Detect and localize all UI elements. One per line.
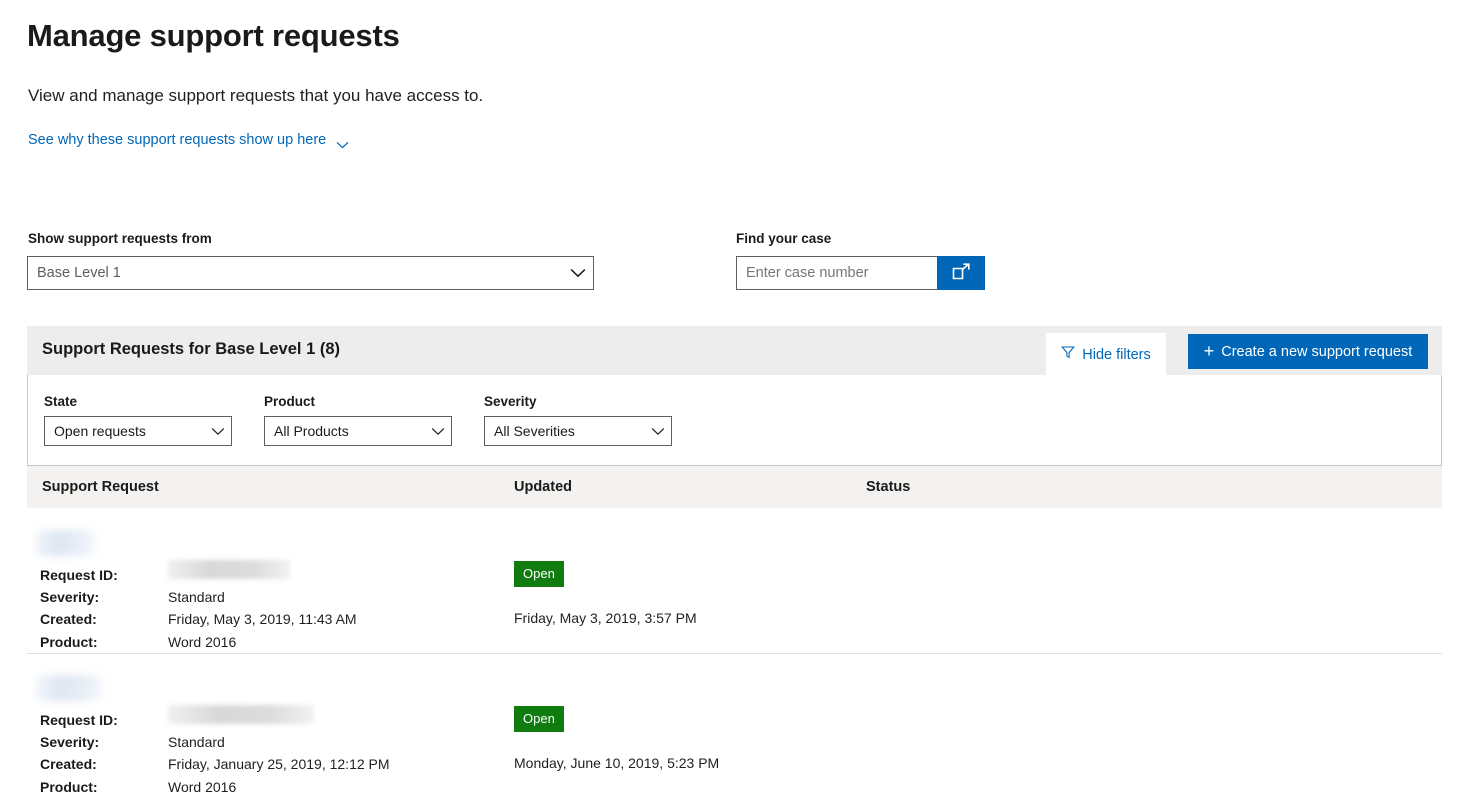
status-badge: Open <box>514 561 564 587</box>
table-header-row: Support Request Updated Status <box>27 466 1442 508</box>
see-why-link-label: See why these support requests show up h… <box>28 132 327 148</box>
filter-product-value: All Products <box>274 423 349 439</box>
status-badge: Open <box>514 706 564 732</box>
see-why-disclosure[interactable]: See why these support requests show up h… <box>28 132 349 149</box>
detail-value: Friday, May 3, 2019, 11:43 AM <box>168 611 357 628</box>
results-panel-title: Support Requests for Base Level 1 (8) <box>42 340 340 358</box>
detail-key: Severity: <box>40 734 100 751</box>
detail-created: Created: Friday, May 3, 2019, 11:43 AM <box>40 608 357 630</box>
find-case-group <box>736 256 985 290</box>
page-title: Manage support requests <box>27 18 400 53</box>
hide-filters-tab[interactable]: Hide filters <box>1046 333 1166 376</box>
chevron-down-icon <box>205 427 231 436</box>
filters-panel: State Open requests Product All Products… <box>27 375 1442 466</box>
detail-key: Severity: <box>40 589 100 606</box>
redacted-request-title <box>36 530 95 556</box>
detail-value: Standard <box>168 734 225 751</box>
filter-severity-group: Severity All Severities <box>484 394 672 446</box>
detail-value: Word 2016 <box>168 633 237 650</box>
detail-key: Created: <box>40 611 97 628</box>
case-number-input[interactable] <box>736 256 937 290</box>
create-button-label: Create a new support request <box>1221 343 1413 360</box>
column-header-support-request: Support Request <box>42 479 159 495</box>
filter-severity-label: Severity <box>484 394 537 409</box>
detail-product: Product: Word 2016 <box>40 631 357 653</box>
redacted-request-title <box>36 675 102 701</box>
detail-value: Friday, January 25, 2019, 12:12 PM <box>168 756 390 773</box>
detail-severity: Severity: Standard <box>40 731 390 753</box>
filter-severity-select[interactable]: All Severities <box>484 416 672 446</box>
detail-severity: Severity: Standard <box>40 586 357 608</box>
detail-key: Created: <box>40 756 97 773</box>
column-header-updated: Updated <box>514 479 572 495</box>
detail-value: Standard <box>168 589 225 606</box>
table-row[interactable]: Request ID: Severity: Standard Created: … <box>27 653 1442 798</box>
detail-key: Product: <box>40 633 98 650</box>
filter-product-label: Product <box>264 394 316 409</box>
filter-severity-value: All Severities <box>494 423 575 439</box>
filter-state-select[interactable]: Open requests <box>44 416 232 446</box>
show-requests-from-select[interactable]: Base Level 1 <box>27 256 594 290</box>
chevron-down-icon <box>645 427 671 436</box>
filter-state-group: State Open requests <box>44 394 232 446</box>
request-details: Request ID: Severity: Standard Created: … <box>40 564 357 653</box>
request-details: Request ID: Severity: Standard Created: … <box>40 709 390 798</box>
detail-request-id: Request ID: <box>40 564 357 586</box>
chevron-down-icon <box>563 268 593 278</box>
show-requests-from-value: Base Level 1 <box>37 265 121 281</box>
page-subtitle: View and manage support requests that yo… <box>28 86 484 105</box>
table-row[interactable]: Request ID: Severity: Standard Created: … <box>27 508 1442 653</box>
updated-date: Friday, May 3, 2019, 3:57 PM <box>514 610 697 626</box>
filter-product-group: Product All Products <box>264 394 452 446</box>
detail-created: Created: Friday, January 25, 2019, 12:12… <box>40 753 390 775</box>
find-case-submit-button[interactable] <box>937 256 985 290</box>
row-divider <box>27 653 1442 654</box>
detail-key: Product: <box>40 778 98 795</box>
chevron-down-icon <box>336 136 349 149</box>
column-header-status: Status <box>866 479 911 495</box>
funnel-icon <box>1061 345 1076 364</box>
show-requests-from-label: Show support requests from <box>28 231 212 246</box>
hide-filters-label: Hide filters <box>1082 346 1151 363</box>
updated-date: Monday, June 10, 2019, 5:23 PM <box>514 755 720 771</box>
detail-request-id: Request ID: <box>40 709 390 731</box>
detail-value: Word 2016 <box>168 778 237 795</box>
create-new-support-request-button[interactable]: + Create a new support request <box>1188 334 1428 369</box>
detail-product: Product: Word 2016 <box>40 776 390 798</box>
filter-state-label: State <box>44 394 78 409</box>
open-in-new-window-icon <box>951 262 971 284</box>
plus-icon: + <box>1203 341 1215 361</box>
filter-product-select[interactable]: All Products <box>264 416 452 446</box>
detail-key: Request ID: <box>40 567 118 583</box>
find-your-case-label: Find your case <box>736 231 832 246</box>
detail-key: Request ID: <box>40 712 118 728</box>
filter-state-value: Open requests <box>54 423 146 439</box>
chevron-down-icon <box>425 427 451 436</box>
